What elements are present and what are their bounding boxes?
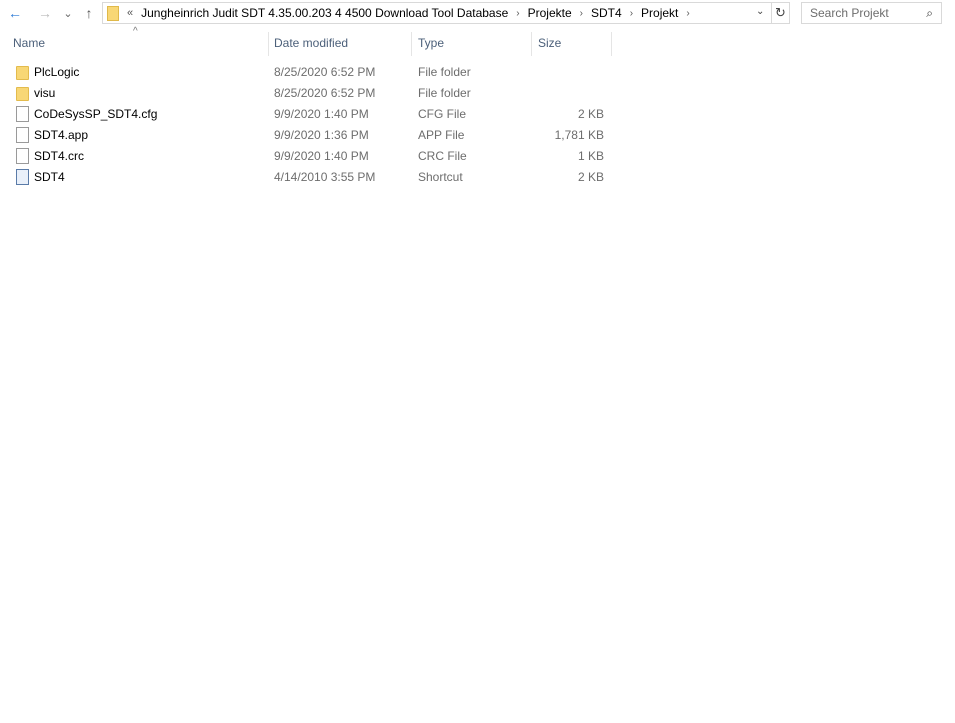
shortcut-icon [16,169,29,185]
file-size: 1,781 KB [554,128,604,142]
file-type: APP File [418,128,465,142]
overflow-chevron[interactable]: « [127,7,133,19]
file-row[interactable]: SDT4.app 9/9/2020 1:36 PM APP File 1,781… [0,125,612,146]
file-type: File folder [418,65,471,79]
column-divider[interactable] [611,32,612,56]
breadcrumb-item[interactable]: SDT4 [591,6,622,20]
address-bar[interactable]: « Jungheinrich Judit SDT 4.35.00.203 4 4… [102,2,772,24]
file-name[interactable]: SDT4.app [34,128,88,142]
file-type: File folder [418,86,471,100]
file-name[interactable]: CoDeSysSP_SDT4.cfg [34,107,157,121]
forward-button[interactable]: → [36,4,54,22]
search-input[interactable]: Search Projekt ⌕ [801,2,942,24]
file-name[interactable]: SDT4 [34,170,65,184]
file-type: CRC File [418,149,467,163]
address-dropdown-icon[interactable]: ⌄ [756,6,764,17]
file-row[interactable]: SDT4 4/14/2010 3:55 PM Shortcut 2 KB [0,167,612,188]
file-row[interactable]: visu 8/25/2020 6:52 PM File folder [0,83,612,104]
file-date: 9/9/2020 1:36 PM [274,128,369,142]
file-name[interactable]: PlcLogic [34,65,79,79]
chevron-right-icon[interactable]: › [580,8,583,19]
breadcrumb-item[interactable]: Projekt [641,6,678,20]
column-header-date[interactable]: Date modified [274,36,348,56]
search-placeholder: Search Projekt [810,6,889,20]
chevron-right-icon[interactable]: › [630,8,633,19]
file-name[interactable]: SDT4.crc [34,149,84,163]
file-date: 9/9/2020 1:40 PM [274,107,369,121]
column-header-name[interactable]: Name [13,36,45,56]
chevron-right-icon[interactable]: › [516,8,519,19]
up-button[interactable]: ↑ [80,4,98,22]
file-row[interactable]: CoDeSysSP_SDT4.cfg 9/9/2020 1:40 PM CFG … [0,104,612,125]
column-divider[interactable] [531,32,532,56]
breadcrumb-item[interactable]: Jungheinrich Judit SDT 4.35.00.203 4 450… [141,6,508,20]
file-row[interactable]: SDT4.crc 9/9/2020 1:40 PM CRC File 1 KB [0,146,612,167]
column-divider[interactable] [268,32,269,56]
recent-locations-button[interactable]: ⌄ [62,4,74,22]
folder-icon [16,66,29,80]
column-divider[interactable] [411,32,412,56]
file-type: CFG File [418,107,466,121]
file-size: 1 KB [577,149,604,163]
file-date: 9/9/2020 1:40 PM [274,149,369,163]
file-date: 4/14/2010 3:55 PM [274,170,376,184]
column-header-type[interactable]: Type [418,36,444,56]
refresh-button[interactable]: ↻ [772,2,790,24]
file-size: 2 KB [577,107,604,121]
breadcrumb-item[interactable]: Projekte [528,6,572,20]
column-header-size[interactable]: Size [538,36,561,56]
back-button[interactable]: ← [6,4,24,22]
folder-icon [16,87,29,101]
file-icon [16,106,29,122]
file-size: 2 KB [577,170,604,184]
file-icon [16,127,29,143]
file-date: 8/25/2020 6:52 PM [274,65,376,79]
file-date: 8/25/2020 6:52 PM [274,86,376,100]
folder-icon [107,5,119,21]
sort-ascending-icon: ^ [133,26,138,37]
file-row[interactable]: PlcLogic 8/25/2020 6:52 PM File folder [0,62,612,83]
file-name[interactable]: visu [34,86,55,100]
file-type: Shortcut [418,170,463,184]
file-icon [16,148,29,164]
chevron-right-icon[interactable]: › [686,8,689,19]
search-icon[interactable]: ⌕ [926,6,933,21]
